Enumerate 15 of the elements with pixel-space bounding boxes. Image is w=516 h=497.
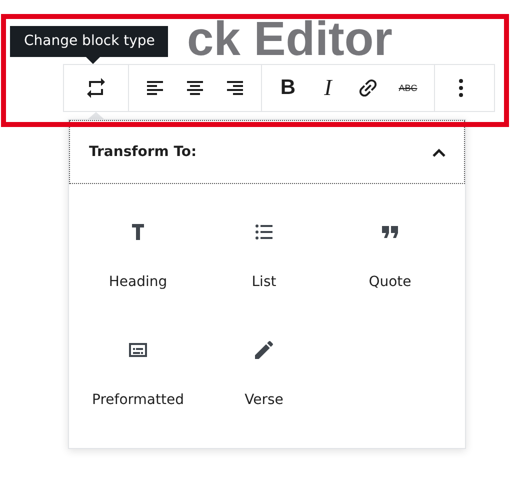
chevron-up-icon bbox=[432, 148, 446, 156]
page-title: ck Editor bbox=[187, 16, 394, 64]
block-type-option[interactable]: Verse bbox=[244, 392, 284, 408]
tooltip: Change block type bbox=[10, 26, 168, 57]
more-options-icon bbox=[459, 79, 463, 97]
tooltip-arrow-icon bbox=[86, 57, 100, 64]
italic-button[interactable]: I bbox=[308, 70, 348, 106]
block-type-option[interactable]: List bbox=[252, 274, 276, 290]
transform-to-toggle[interactable]: Transform To: bbox=[69, 120, 465, 184]
bold-button[interactable]: B bbox=[268, 70, 308, 106]
block-type-option[interactable]: Heading bbox=[108, 274, 168, 290]
block-type-option[interactable]: Quote bbox=[368, 274, 412, 290]
strikethrough-button[interactable]: ABC bbox=[388, 70, 428, 106]
block-type-option[interactable]: Preformatted bbox=[92, 392, 184, 408]
pencil-icon bbox=[252, 338, 276, 362]
